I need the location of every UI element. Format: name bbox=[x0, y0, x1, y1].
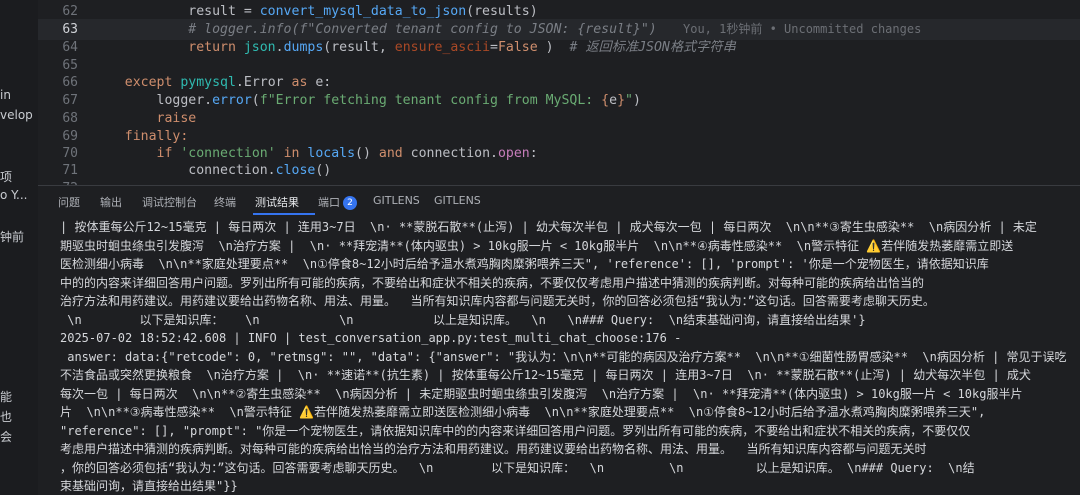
tab-ports[interactable]: 端口 2 bbox=[318, 194, 357, 210]
tab-terminal[interactable]: 终端 bbox=[214, 194, 236, 210]
sidebar-item[interactable]: velop bbox=[0, 108, 33, 122]
ide-window: in velop 项 o Y... 钟前 能 也 会 62 result = c… bbox=[0, 0, 1080, 495]
output-line: 不洁食品或突然更换粮食 \n治疗方案 | \n· **速诺**(抗生素) | 按… bbox=[60, 368, 1031, 382]
output-line: 治疗方法和用药建议。用药建议要给出药物名称、用法、用量。 当所有知识库内容都与问… bbox=[60, 294, 935, 308]
sidebar-item[interactable]: 也 bbox=[0, 408, 12, 425]
log-line: 2025-07-02 18:52:42.608 | INFO | test_co… bbox=[60, 331, 682, 345]
sidebar-item[interactable]: 项 bbox=[0, 168, 12, 185]
output-line: | 按体重每公斤12~15毫克 | 每日两次 | 连用3~7日 \n· **蒙脱… bbox=[60, 220, 1037, 234]
ports-count-badge: 2 bbox=[343, 196, 357, 210]
output-line: 考虑用户描述中猜测的疾病判断。对每种可能的疾病给出恰当的治疗方法和用药建议。用药… bbox=[60, 442, 927, 456]
tab-problems[interactable]: 问题 bbox=[58, 194, 80, 210]
output-line: 片 \n\n**③病毒性感染** \n警示特征 ⚠️若伴随发热萎靡需立即送医检测… bbox=[60, 405, 986, 419]
line-number: 72 bbox=[38, 178, 78, 185]
output-line: \n 以下是知识库： \n \n 以上是知识库。 \n \n### Query:… bbox=[60, 312, 866, 327]
tab-debug-console[interactable]: 调试控制台 bbox=[142, 194, 197, 210]
tab-gitlens-2[interactable]: GITLENS bbox=[434, 194, 481, 207]
sidebar-item[interactable]: 能 bbox=[0, 388, 12, 405]
output-line: "reference": [], "prompt": "你是一个宠物医生，请依据… bbox=[60, 423, 971, 438]
sidebar-item[interactable]: 会 bbox=[0, 428, 12, 445]
output-line: 束基础问询，请直接给出结果"}} bbox=[60, 479, 238, 493]
tab-output[interactable]: 输出 bbox=[100, 194, 122, 210]
output-line: 期驱虫时蛔虫绦虫引发腹泻 \n治疗方案 | \n· **拜宠清**(体内驱虫) … bbox=[60, 238, 1014, 253]
output-line: 中的的内容来详细回答用户问题。罗列出所有可能的疾病，不要给出和症状不相关的疾病，… bbox=[60, 275, 925, 290]
output-line: ，你的回答必须包括“我认为：”这句话。回答需要考虑聊天历史。 \n 以下是知识库… bbox=[60, 460, 975, 475]
sidebar-item[interactable]: in bbox=[0, 88, 11, 102]
sidebar-item[interactable]: 钟前 bbox=[0, 228, 24, 245]
side-bar: in velop 项 o Y... 钟前 能 也 会 bbox=[0, 0, 39, 495]
output-line: 医检测细小病毒 \n\n**家庭处理要点** \n①停食8~12小时后给予温水煮… bbox=[60, 257, 989, 271]
tab-ports-label: 端口 bbox=[318, 196, 340, 209]
test-output[interactable]: | 按体重每公斤12~15毫克 | 每日两次 | 连用3~7日 \n· **蒙脱… bbox=[60, 218, 1076, 494]
sidebar-item[interactable]: o Y... bbox=[0, 188, 28, 202]
output-line: answer: data:{"retcode": 0, "retmsg": ""… bbox=[60, 349, 1067, 364]
tab-gitlens[interactable]: GITLENS bbox=[373, 194, 420, 207]
bottom-panel: 问题 输出 调试控制台 终端 测试结果 端口 2 GITLENS GITLENS … bbox=[38, 185, 1080, 495]
code-editor[interactable]: 62 result = convert_mysql_data_to_json(r… bbox=[38, 0, 1080, 185]
active-tab-indicator bbox=[253, 213, 315, 215]
output-line: 每次一包 | 每日两次 \n\n**②寄生虫感染** \n病因分析 | 未定期驱… bbox=[60, 386, 1023, 401]
panel-tabs: 问题 输出 调试控制台 终端 测试结果 端口 2 GITLENS GITLENS bbox=[38, 186, 1080, 216]
code-line[interactable]: 72 bbox=[38, 178, 1080, 185]
tab-test-results[interactable]: 测试结果 bbox=[255, 194, 299, 210]
